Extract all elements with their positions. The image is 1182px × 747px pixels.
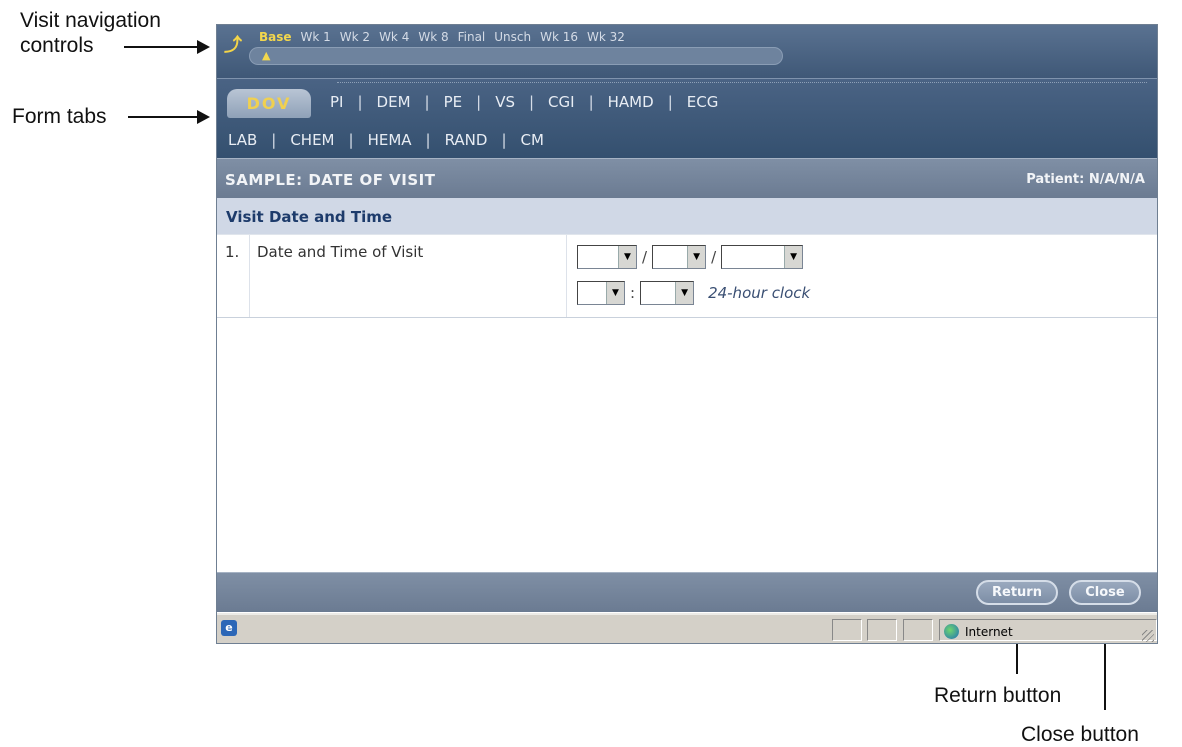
tab-chem[interactable]: CHEM [289,131,335,149]
visit-list: Base Wk 1 Wk 2 Wk 4 Wk 8 Final Unsch Wk 16 Wk 32 [259,30,625,44]
tab-ecg[interactable]: ECG [686,93,720,111]
clock-note: 24-hour clock [708,284,811,302]
tab-divider [337,82,1147,83]
time-inputs: ▼ : ▼ 24-hour clock [577,280,1157,306]
chevron-down-icon[interactable]: ▼ [784,246,803,268]
date-inputs: ▼ / ▼ / ▼ [577,244,1157,270]
hour-select[interactable]: ▼ [577,281,625,305]
callout-visit-navigation: Visit navigation controls [20,8,161,58]
status-cell [832,619,862,641]
question-row: 1. Date and Time of Visit ▼ / ▼ / ▼ ▼ : … [217,234,1157,318]
callout-form-tabs: Form tabs [12,105,107,128]
tab-separator: | [528,93,535,111]
tab-separator: | [425,131,431,149]
tab-dov[interactable]: DOV [227,89,311,118]
tab-separator: | [424,93,430,111]
tab-separator: | [476,93,482,111]
tab-separator: | [348,131,354,149]
form-title: SAMPLE: DATE OF VISIT [225,171,436,189]
day-select[interactable]: ▼ [652,245,707,269]
tab-row-1: PI | DEM | PE | VS | CGI | HAMD | ECG [329,93,719,111]
chevron-down-icon[interactable]: ▼ [675,282,694,304]
chevron-down-icon[interactable]: ▼ [618,246,636,268]
question-number: 1. [217,235,250,317]
visit-item[interactable]: Wk 8 [418,30,448,44]
tab-separator: | [271,131,277,149]
visit-marker-icon[interactable]: ▲ [262,49,270,62]
patient-label: Patient: N/A/N/A [1026,172,1145,187]
visit-item[interactable]: Wk 2 [340,30,370,44]
month-select[interactable]: ▼ [577,245,637,269]
zone-label: Internet [965,624,1013,639]
visit-item[interactable]: Wk 32 [587,30,625,44]
tab-rand[interactable]: RAND [444,131,489,149]
footer-bar: Return Close [217,572,1157,612]
visit-item[interactable]: Wk 1 [301,30,331,44]
date-separator: / [711,248,717,266]
visit-navigation-bar: ⤴ Base Wk 1 Wk 2 Wk 4 Wk 8 Final Unsch Wk 16 Wk … [217,25,1157,78]
question-inputs: ▼ / ▼ / ▼ ▼ : ▼ 24-hour clock [567,235,1157,317]
visit-slider-track[interactable]: ▲ [249,47,783,65]
section-heading: Visit Date and Time [217,198,1157,234]
tab-separator: | [501,131,507,149]
visit-item[interactable]: Wk 16 [540,30,578,44]
up-arrow-icon[interactable]: ⤴ [224,31,242,57]
form-header: SAMPLE: DATE OF VISIT Patient: N/A/N/A [217,158,1157,198]
tab-hamd[interactable]: HAMD [607,93,655,111]
visit-item[interactable]: Wk 4 [379,30,409,44]
time-separator: : [630,284,636,302]
globe-icon [944,624,959,639]
status-cell [867,619,897,641]
browser-page-icon: e [221,620,237,636]
tab-pe[interactable]: PE [443,93,464,111]
year-select[interactable]: ▼ [721,245,804,269]
tab-pi[interactable]: PI [329,93,344,111]
chevron-down-icon[interactable]: ▼ [687,246,706,268]
tab-dem[interactable]: DEM [376,93,412,111]
visit-item[interactable]: Final [458,30,486,44]
tab-separator: | [667,93,673,111]
callout-visit-navigation-line1: Visit navigation [20,9,161,32]
tab-lab[interactable]: LAB [227,131,258,149]
date-separator: / [642,248,648,266]
tab-hema[interactable]: HEMA [367,131,413,149]
visit-item[interactable]: Unsch [494,30,531,44]
form-tabs: DOV PI | DEM | PE | VS | CGI | HAMD | ECG LAB | CHEM | H… [217,78,1157,158]
browser-status-bar: e Internet [217,613,1157,643]
return-button[interactable]: Return [976,580,1058,605]
tab-separator: | [357,93,363,111]
close-button[interactable]: Close [1069,580,1141,605]
application-window: ⤴ Base Wk 1 Wk 2 Wk 4 Wk 8 Final Unsch Wk 16 Wk … [216,24,1158,644]
tab-cgi[interactable]: CGI [547,93,576,111]
resize-grip-icon[interactable] [1142,630,1154,642]
tab-separator: | [588,93,594,111]
callout-return-button: Return button [934,684,1062,707]
tab-row-2: LAB | CHEM | HEMA | RAND | CM [227,131,545,149]
tab-cm[interactable]: CM [520,131,545,149]
callout-form-tabs-arrow [128,110,210,124]
question-label: Date and Time of Visit [250,235,567,317]
minute-select[interactable]: ▼ [640,281,695,305]
callout-visit-navigation-arrow [124,40,210,54]
tab-vs[interactable]: VS [494,93,516,111]
callout-close-button: Close button [1021,723,1139,746]
visit-item[interactable]: Base [259,30,292,44]
security-zone: Internet [939,619,1157,641]
chevron-down-icon[interactable]: ▼ [606,282,624,304]
status-cell [903,619,933,641]
